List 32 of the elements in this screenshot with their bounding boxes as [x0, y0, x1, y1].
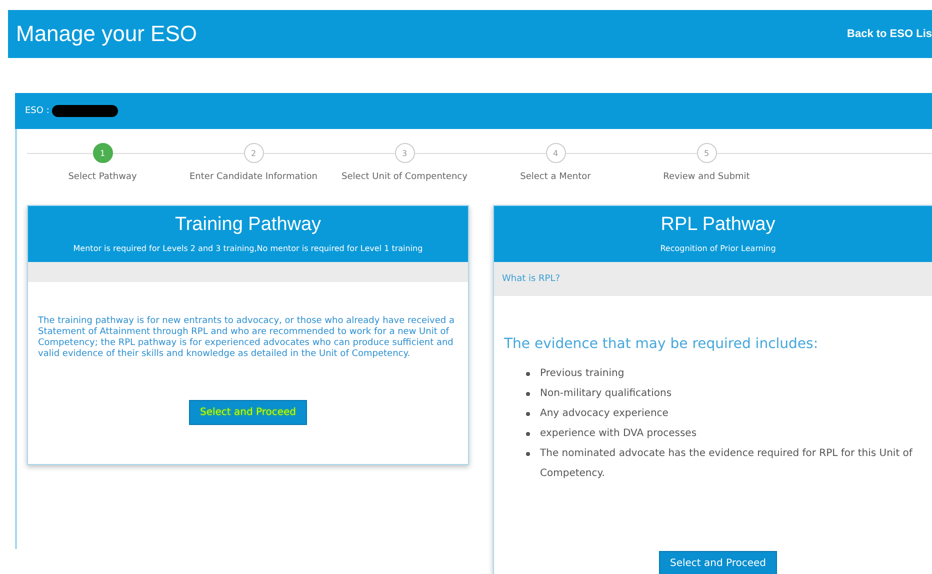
step-number[interactable]: 1 [92, 143, 112, 163]
evidence-item: The nominated advocate has the evidence required for RPL for this Unit of Competency. [540, 447, 914, 481]
eso-label: ESO : [25, 106, 50, 116]
card-title: RPL Pathway [660, 214, 776, 236]
step-label: Review and Submit [663, 171, 750, 184]
evidence-item: Any advocacy experience [540, 407, 668, 421]
rpl-link[interactable]: What is RPL? [502, 274, 560, 284]
step-number[interactable]: 5 [696, 143, 716, 163]
bullet-icon [526, 452, 530, 456]
select-proceed-button[interactable]: Select and Proceed [658, 551, 778, 574]
back-link[interactable]: Back to ESO Lis [847, 28, 932, 40]
step-label: Select a Mentor [520, 171, 591, 184]
step-number[interactable]: 4 [546, 143, 566, 163]
bullet-icon [526, 432, 530, 436]
bullet-icon [526, 372, 530, 376]
step-number[interactable]: 3 [394, 143, 414, 163]
bullet-icon [526, 412, 530, 416]
pathway-description: The training pathway is for new entrants to advocacy, or those who already have received a Statement of Attainment through RPL and who are recommended to work for a new Unit of Competency; the RPL pathway is for experienced advocates who can produce sufficient and valid evidence of their skills and knowledge as detailed in the Unit of Competency. [38, 316, 456, 360]
card-subtitle: Mentor is required for Levels 2 and 3 training,No mentor is required for Level 1 training [73, 244, 423, 253]
step-label: Select Pathway [68, 171, 137, 184]
select-proceed-button[interactable]: Select and Proceed [188, 400, 308, 425]
card-title: Training Pathway [174, 214, 322, 236]
evidence-item: Previous training [540, 367, 624, 381]
evidence-item: experience with DVA processes [540, 427, 697, 441]
evidence-item: Non-military qualifications [540, 387, 672, 401]
page-title: Manage your ESO [16, 21, 197, 47]
bullet-icon [526, 392, 530, 396]
step-label: Enter Candidate Information [190, 171, 318, 184]
step-label: Select Unit of Compentency [342, 171, 468, 184]
card-subtitle: Recognition of Prior Learning [660, 244, 776, 253]
step-number[interactable]: 2 [244, 143, 264, 163]
evidence-heading: The evidence that may be required includes: [504, 336, 820, 352]
